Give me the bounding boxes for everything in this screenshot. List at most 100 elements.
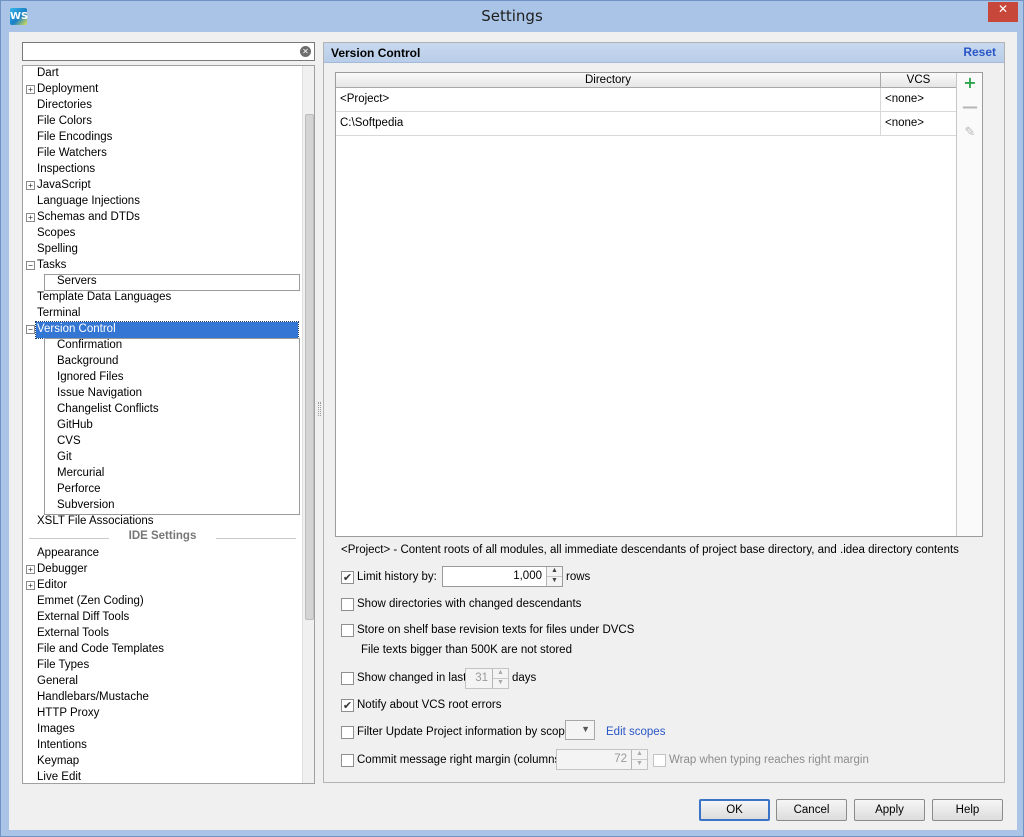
cancel-button[interactable]: Cancel	[776, 799, 847, 821]
spinner-up-icon[interactable]: ▲	[632, 750, 647, 760]
tree-item[interactable]: Directories	[37, 98, 92, 114]
tree-item[interactable]: Keymap	[37, 754, 79, 770]
tree-item[interactable]: Images	[37, 722, 75, 738]
notify-vcs-checkbox[interactable]: ✔	[341, 699, 354, 712]
store-shelf-checkbox[interactable]	[341, 624, 354, 637]
apply-button[interactable]: Apply	[854, 799, 925, 821]
show-directories-checkbox[interactable]	[341, 598, 354, 611]
spinner-up-icon[interactable]: ▲	[493, 669, 508, 679]
ok-button[interactable]: OK	[699, 799, 770, 821]
expand-icon[interactable]: +	[26, 85, 35, 94]
tree-item[interactable]: Template Data Languages	[37, 290, 171, 306]
wrap-margin-checkbox[interactable]	[653, 754, 666, 767]
tree-subitem[interactable]: Subversion	[57, 498, 115, 514]
tree-item[interactable]: Deployment	[37, 82, 98, 98]
show-changed-checkbox[interactable]	[341, 672, 354, 685]
tree-item[interactable]: General	[37, 674, 78, 690]
spinner-down-icon[interactable]: ▼	[632, 760, 647, 770]
collapse-icon[interactable]: −	[26, 261, 35, 270]
filter-update-checkbox[interactable]	[341, 726, 354, 739]
tree-item[interactable]: File Types	[37, 658, 89, 674]
title-bar[interactable]: WS Settings ✕	[1, 1, 1023, 32]
notify-vcs-label: Notify about VCS root errors	[357, 699, 502, 711]
close-button[interactable]: ✕	[988, 2, 1018, 22]
tree-subitem[interactable]: GitHub	[57, 418, 93, 434]
limit-history-value[interactable]: 1,000	[513, 567, 542, 586]
edit-mapping-icon[interactable]: ✎	[962, 125, 978, 141]
tree-item[interactable]: External Diff Tools	[37, 610, 129, 626]
clear-search-icon[interactable]: ✕	[300, 46, 311, 57]
commit-margin-checkbox[interactable]	[341, 754, 354, 767]
tree-subitem[interactable]: Changelist Conflicts	[57, 402, 159, 418]
tree-item[interactable]: Emmet (Zen Coding)	[37, 594, 144, 610]
show-changed-spinner[interactable]: 31 ▲ ▼	[465, 668, 509, 689]
tree-subitem[interactable]: Background	[57, 354, 118, 370]
tree-item[interactable]: File Watchers	[37, 146, 107, 162]
column-header-directory[interactable]: Directory	[336, 73, 881, 88]
tree-item[interactable]: Live Edit	[37, 770, 81, 783]
table-toolbar: + — ✎	[956, 73, 982, 536]
table-cell-directory[interactable]: <Project>	[336, 88, 881, 112]
tree-subitem[interactable]: CVS	[57, 434, 81, 450]
tree-subitem[interactable]: Git	[57, 450, 72, 466]
tree-item[interactable]: Editor	[37, 578, 67, 594]
table-cell-vcs[interactable]: <none>	[881, 112, 956, 136]
tree-scrollbar-thumb[interactable]	[305, 114, 314, 620]
column-header-vcs[interactable]: VCS	[881, 73, 956, 88]
tree-item[interactable]: File Encodings	[37, 130, 112, 146]
tree-subitem[interactable]: Confirmation	[57, 338, 122, 354]
expand-icon[interactable]: +	[26, 581, 35, 590]
limit-history-checkbox[interactable]: ✔	[341, 571, 354, 584]
show-changed-value[interactable]: 31	[475, 669, 488, 688]
tree-item[interactable]: Language Injections	[37, 194, 140, 210]
commit-margin-value[interactable]: 72	[614, 750, 627, 769]
reset-link[interactable]: Reset	[963, 45, 996, 59]
tree-item[interactable]: Tasks	[37, 258, 66, 274]
tree-subitem[interactable]: Perforce	[57, 482, 100, 498]
tree-item[interactable]: File Colors	[37, 114, 92, 130]
tree-item[interactable]: XSLT File Associations	[37, 514, 154, 530]
table-cell-vcs[interactable]: <none>	[881, 88, 956, 112]
tree-item[interactable]: Debugger	[37, 562, 88, 578]
collapse-icon[interactable]: −	[26, 325, 35, 334]
tree-item[interactable]: Appearance	[37, 546, 99, 562]
tree-subitem[interactable]: Mercurial	[57, 466, 104, 482]
tree-subitem[interactable]: Servers	[57, 274, 97, 290]
tree-item[interactable]: Dart	[37, 66, 59, 82]
tree-subitem[interactable]: Ignored Files	[57, 370, 123, 386]
tree-subitem[interactable]: Issue Navigation	[57, 386, 142, 402]
spinner-arrows: ▲ ▼	[631, 750, 647, 769]
tree-item[interactable]: Inspections	[37, 162, 95, 178]
tree-item[interactable]: HTTP Proxy	[37, 706, 99, 722]
tree-item[interactable]: Terminal	[37, 306, 80, 322]
help-button[interactable]: Help	[932, 799, 1003, 821]
vcs-mappings-table: Directory VCS <Project> <none> C:\Softpe…	[335, 72, 983, 537]
remove-mapping-icon[interactable]: —	[962, 99, 978, 115]
tree-item[interactable]: External Tools	[37, 626, 109, 642]
expand-icon[interactable]: +	[26, 565, 35, 574]
spinner-down-icon[interactable]: ▼	[493, 679, 508, 689]
table-cell-directory[interactable]: C:\Softpedia	[336, 112, 881, 136]
search-input[interactable]: ✕	[22, 42, 315, 61]
scope-dropdown[interactable]: ▼	[565, 720, 595, 740]
tree-item[interactable]: Schemas and DTDs	[37, 210, 140, 226]
tree-item-version-control[interactable]: Version Control	[35, 321, 299, 339]
tree-scrollbar[interactable]	[302, 66, 314, 783]
spinner-down-icon[interactable]: ▼	[547, 577, 562, 587]
tree-item[interactable]: File and Code Templates	[37, 642, 164, 658]
limit-history-spinner[interactable]: 1,000 ▲ ▼	[442, 566, 563, 587]
tree-item[interactable]: Scopes	[37, 226, 75, 242]
expand-icon[interactable]: +	[26, 213, 35, 222]
tree-item[interactable]: Intentions	[37, 738, 87, 754]
tree-item[interactable]: Handlebars/Mustache	[37, 690, 149, 706]
add-mapping-icon[interactable]: +	[962, 75, 978, 91]
splitter-handle[interactable]	[318, 402, 321, 416]
show-directories-label: Show directories with changed descendant…	[357, 598, 582, 610]
search-text[interactable]	[23, 43, 295, 60]
tree-item[interactable]: JavaScript	[37, 178, 91, 194]
tree-item[interactable]: Spelling	[37, 242, 78, 258]
edit-scopes-link[interactable]: Edit scopes	[606, 726, 665, 738]
commit-margin-spinner[interactable]: 72 ▲ ▼	[556, 749, 648, 770]
spinner-up-icon[interactable]: ▲	[547, 567, 562, 577]
expand-icon[interactable]: +	[26, 181, 35, 190]
